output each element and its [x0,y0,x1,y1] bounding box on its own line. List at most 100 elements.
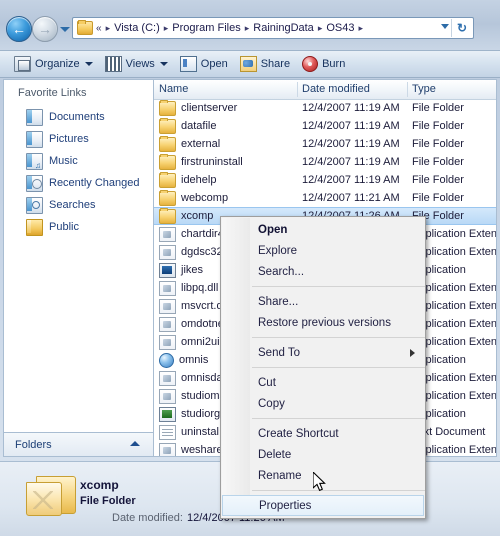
sidebar-item-searches[interactable]: Searches [4,194,152,216]
breadcrumb-item-2[interactable]: RainingData [253,22,314,34]
folders-pane-header[interactable]: Folders [3,432,153,457]
context-menu-separator [252,337,425,338]
context-menu-item-restore-previous-versions[interactable]: Restore previous versions [221,312,425,333]
burn-button[interactable]: Burn [296,53,351,75]
table-row[interactable]: external 12/4/2007 11:19 AM File Folder [154,135,496,153]
sidebar-item-music[interactable]: Music [4,150,152,172]
refresh-icon[interactable]: ↻ [451,19,472,37]
open-icon [179,56,197,72]
file-name-cell: msvcrt.dll [159,298,227,314]
folders-label: Folders [15,438,52,451]
breadcrumb-overflow[interactable]: « [96,23,102,34]
file-name-label: libpq.dll [181,282,219,294]
file-name-cell: external [159,135,221,152]
dll-icon [159,226,176,242]
open-button[interactable]: Open [174,53,234,75]
file-name-cell: idehelp [159,171,217,188]
table-row[interactable]: idehelp 12/4/2007 11:19 AM File Folder [154,171,496,189]
txt-icon [159,424,176,440]
column-divider[interactable] [407,82,408,97]
column-header-name[interactable]: Name [159,83,188,95]
table-row[interactable]: datafile 12/4/2007 11:19 AM File Folder [154,117,496,135]
file-type-cell: File Folder [412,138,464,150]
sidebar-item-documents[interactable]: Documents [4,106,152,128]
file-date-cell: 12/4/2007 11:19 AM [302,138,400,150]
favorite-links-title: Favorite Links [18,87,87,99]
column-header-row: Name Date modified Type [154,80,496,100]
share-icon [239,56,257,72]
context-menu-item-copy[interactable]: Copy [221,393,425,414]
context-menu-item-label: Restore previous versions [258,316,391,329]
sidebar-item-label: Searches [49,199,96,211]
file-name-cell: xcomp [159,207,214,224]
breadcrumb-item-3[interactable]: OS43 [326,22,354,34]
table-row[interactable]: webcomp 12/4/2007 11:21 AM File Folder [154,189,496,207]
folder-front-shape [26,482,62,516]
file-name-label: xcomp [181,210,214,222]
folder-icon [159,189,176,206]
share-button[interactable]: Share [234,53,296,75]
dll-icon [159,334,176,350]
table-row[interactable]: firstruninstall 12/4/2007 11:19 AM File Fo… [154,153,496,171]
file-name-label: idehelp [181,174,217,186]
dll-icon [159,370,176,386]
views-button[interactable]: Views [99,53,174,75]
address-breadcrumb-bar[interactable]: « ▸ Vista (C:) ▸ Program Files ▸ Raining… [72,17,474,39]
context-menu-item-send-to[interactable]: Send To [221,342,425,363]
file-date-cell: 12/4/2007 11:21 AM [302,192,400,204]
table-row[interactable]: clientserver 12/4/2007 11:19 AM File Folde… [154,99,496,117]
details-date-label: Date modified: [112,512,183,524]
documents-icon [26,108,43,126]
column-header-date[interactable]: Date modified [302,83,370,95]
context-menu-item-label: Rename [258,469,302,482]
organize-button[interactable]: Organize [8,53,99,75]
column-header-type[interactable]: Type [412,83,436,95]
file-name-label: uninstal [181,426,219,438]
folder-icon [159,171,176,188]
context-menu-separator [252,367,425,368]
file-date-cell: 12/4/2007 11:19 AM [302,102,400,114]
back-button[interactable]: ← [6,16,32,42]
file-name-cell: studioms [159,388,226,404]
chevron-down-icon [84,62,93,66]
file-name-cell: studiorg [159,406,220,422]
context-menu-item-label: Create Shortcut [258,427,339,440]
context-menu-separator [252,490,425,491]
burn-label: Burn [322,58,346,70]
context-menu-item-cut[interactable]: Cut [221,372,425,393]
context-menu-item-properties[interactable]: Properties [222,495,424,516]
file-name-label: external [181,138,221,150]
file-name-cell: omni2ui.d [159,334,229,350]
context-menu-item-search[interactable]: Search... [221,261,425,282]
breadcrumb-item-1[interactable]: Program Files [172,22,240,34]
context-menu-item-open[interactable]: Open [221,219,425,240]
context-menu-item-label: Properties [259,499,312,512]
sidebar-item-public[interactable]: Public [4,216,152,238]
chevron-up-icon[interactable] [130,441,140,446]
context-menu-item-explore[interactable]: Explore [221,240,425,261]
chevron-down-icon [159,62,168,66]
column-divider[interactable] [297,82,298,97]
dll-icon [159,298,176,314]
file-name-cell: firstruninstall [159,153,243,170]
context-menu-item-delete[interactable]: Delete [221,444,425,465]
recent-locations-button[interactable] [60,26,70,34]
sidebar-item-pictures[interactable]: Pictures [4,128,152,150]
pictures-icon [26,130,43,148]
file-date-cell: 12/4/2007 11:19 AM [302,174,400,186]
context-menu-item-share[interactable]: Share... [221,291,425,312]
share-label: Share [260,58,291,70]
chevron-down-icon[interactable] [441,24,449,29]
breadcrumb-separator-icon: ▸ [358,22,364,33]
file-type-cell: File Folder [412,102,464,114]
breadcrumb-item-0[interactable]: Vista (C:) [114,22,160,34]
file-date-cell: 12/4/2007 11:19 AM [302,120,400,132]
sidebar-item-recently-changed[interactable]: Recently Changed [4,172,152,194]
submenu-arrow-icon [410,349,415,357]
file-name-label: studioms [181,390,226,402]
navigation-pane: Favorite Links Documents Pictures Music … [3,79,153,457]
sidebar-item-label: Recently Changed [49,177,140,189]
folder-large-icon [26,476,76,518]
forward-button[interactable]: → [32,16,58,42]
context-menu-item-create-shortcut[interactable]: Create Shortcut [221,423,425,444]
